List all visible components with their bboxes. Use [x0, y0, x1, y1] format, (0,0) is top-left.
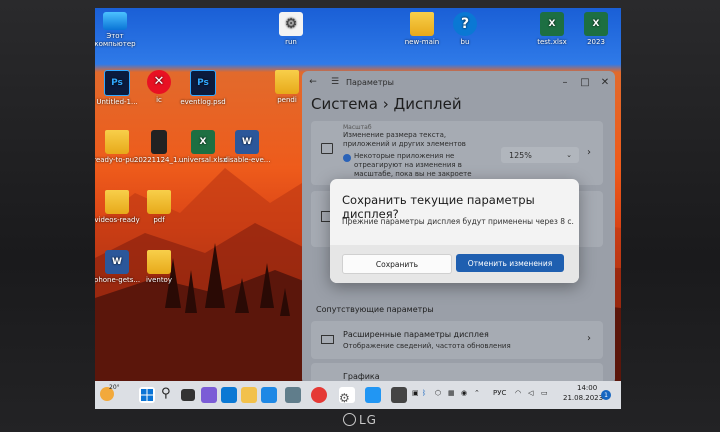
excel-icon: X — [584, 12, 608, 36]
tray-icon[interactable]: ▦ — [448, 389, 455, 397]
store-icon[interactable] — [261, 387, 277, 403]
maximize-icon[interactable]: □ — [575, 77, 595, 88]
breadcrumb-display: Дисплей — [393, 95, 462, 113]
volume-icon[interactable]: ◁ — [528, 389, 533, 397]
scale-card[interactable]: Масштаб Изменение размера текста, прилож… — [311, 121, 603, 185]
photoshop-icon: Ps — [190, 70, 216, 96]
breadcrumb: Система › Дисплей — [302, 93, 615, 119]
excel-icon: X — [191, 130, 215, 154]
file-explorer-icon[interactable] — [241, 387, 257, 403]
minimize-icon[interactable]: – — [555, 77, 575, 88]
excel-icon: X — [540, 12, 564, 36]
settings-taskbar-icon[interactable]: ⚙ — [339, 387, 355, 405]
advanced-display-card[interactable]: Расширенные параметры дисплея Отображени… — [311, 321, 603, 359]
chevron-up-icon[interactable]: ⌃ — [474, 389, 480, 397]
terminal-icon[interactable] — [391, 387, 407, 403]
save-button[interactable]: Сохранить — [342, 254, 452, 274]
wifi-icon[interactable]: ◠ — [515, 389, 521, 397]
computer-icon — [103, 12, 127, 30]
task-view-icon[interactable] — [181, 389, 195, 401]
lg-logo-icon — [343, 413, 356, 426]
desktop-icon-disable-eve[interactable]: W disable-eve... — [219, 130, 275, 164]
chevron-down-icon: ⌄ — [566, 151, 572, 159]
desktop-icon-this-pc[interactable]: Этот компьютер — [95, 12, 143, 48]
folder-icon — [410, 12, 434, 36]
folder-icon — [147, 190, 171, 214]
notification-badge[interactable]: 1 — [601, 390, 611, 400]
graphics-title: Графика — [343, 372, 380, 381]
file-icon — [151, 130, 167, 154]
clock-time[interactable]: 14:00 — [577, 384, 597, 392]
tray-icon[interactable]: ⬡ — [435, 389, 441, 397]
scale-warning: Некоторые приложения не отреагируют на и… — [354, 152, 472, 180]
folder-icon — [147, 250, 171, 274]
advanced-display-desc: Отображение сведений, частота обновления — [343, 342, 511, 350]
tray-icon[interactable]: ◉ — [461, 389, 467, 397]
bluetooth-icon[interactable]: ᛒ — [422, 389, 426, 397]
display-icon — [321, 335, 334, 344]
desktop-icon-run[interactable]: ⚙ run — [263, 12, 319, 46]
chevron-right-icon: › — [587, 333, 591, 344]
monitor-logo: LG — [343, 413, 377, 427]
scale-dropdown[interactable]: 125% ⌄ — [501, 147, 579, 163]
taskbar: 20° ⚲ ⚙ ▣ ᛒ ⬡ ▦ ◉ ⌃ РУС ◠ ◁ ▭ 14:00 21.0… — [95, 381, 621, 409]
confirm-display-dialog: Сохранить текущие параметры дисплея? Пре… — [330, 179, 579, 283]
desktop-icon-bu[interactable]: ? bu — [437, 12, 493, 46]
folder-icon — [105, 130, 129, 154]
folder-icon — [275, 70, 299, 94]
info-icon — [343, 154, 351, 162]
word-icon: W — [235, 130, 259, 154]
revert-button[interactable]: Отменить изменения — [456, 254, 564, 272]
word-icon: W — [105, 250, 129, 274]
edge-icon[interactable] — [221, 387, 237, 403]
search-icon[interactable]: ⚲ — [161, 386, 177, 402]
photoshop-icon: Ps — [104, 70, 130, 96]
gear-icon: ⚙ — [339, 391, 350, 405]
error-icon: ✕ — [147, 70, 171, 94]
desktop-icon-2023[interactable]: X 2023 — [568, 12, 621, 46]
widgets-icon[interactable] — [201, 387, 217, 403]
advanced-display-title: Расширенные параметры дисплея — [343, 330, 489, 339]
desktop-icon-pdf[interactable]: pdf — [131, 190, 187, 224]
dialog-message: Прежние параметры дисплея будут применен… — [342, 217, 574, 226]
chrome-icon[interactable] — [311, 387, 327, 403]
settings-titlebar: ← ☰ Параметры – □ ✕ — [302, 71, 615, 93]
chevron-right-icon: › — [587, 147, 591, 158]
gear-icon: ⚙ — [279, 12, 303, 36]
settings-app-title: Параметры — [346, 77, 394, 87]
help-icon: ? — [453, 12, 477, 36]
breadcrumb-system[interactable]: Система — [311, 95, 378, 113]
battery-icon[interactable]: ▭ — [541, 389, 548, 397]
desktop-icon-iventoy[interactable]: iventoy — [131, 250, 187, 284]
related-settings-header: Сопутствующие параметры — [316, 305, 434, 314]
close-icon[interactable]: ✕ — [595, 77, 615, 88]
desktop-icon-eventlog[interactable]: Ps eventlog.psd — [175, 70, 231, 106]
windows-icon — [141, 389, 153, 401]
scale-description: Изменение размера текста, приложений и д… — [343, 131, 466, 148]
language-indicator[interactable]: РУС — [493, 389, 506, 397]
menu-icon[interactable]: ☰ — [324, 77, 346, 87]
photos-icon[interactable] — [365, 387, 381, 403]
scale-icon — [321, 143, 333, 154]
folder-icon — [105, 190, 129, 214]
dialog-footer: Сохранить Отменить изменения — [330, 245, 579, 283]
app-icon[interactable] — [285, 387, 301, 403]
start-button[interactable] — [139, 387, 155, 403]
clock-date[interactable]: 21.08.2023 — [563, 394, 603, 402]
breadcrumb-separator: › — [382, 95, 389, 113]
tray-icon[interactable]: ▣ — [412, 389, 419, 397]
weather-temp: 20° — [109, 384, 120, 391]
desktop-screen: Этот компьютер ⚙ run new-main ? bu X tes… — [95, 8, 621, 409]
back-arrow-icon[interactable]: ← — [302, 77, 324, 87]
